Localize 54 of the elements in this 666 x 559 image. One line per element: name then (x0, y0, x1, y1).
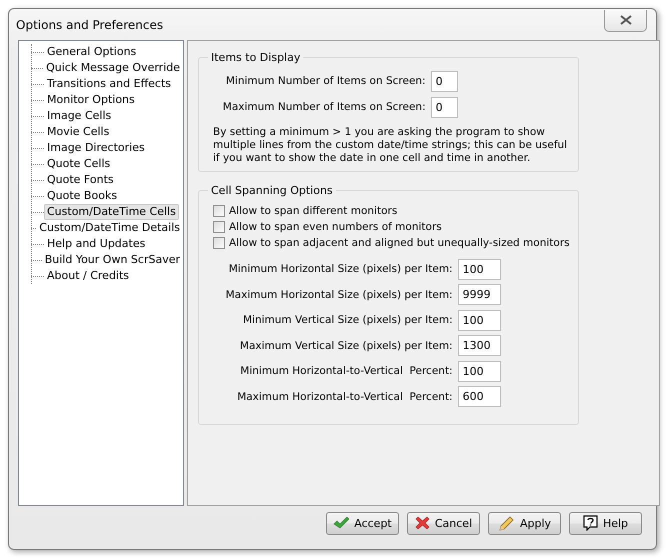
tree-item[interactable]: Custom/DateTime Cells (44, 204, 179, 220)
tree-item[interactable]: Movie Cells (44, 124, 112, 140)
checkbox[interactable]: Allow to span even numbers of monitors (213, 219, 570, 235)
cancel-button[interactable]: Cancel (407, 512, 480, 534)
tree-item[interactable]: Quick Message Override (43, 60, 183, 76)
tree-item[interactable]: Help and Updates (44, 236, 148, 252)
checkbox-box[interactable] (213, 221, 225, 233)
tree-item[interactable]: Quote Fonts (44, 172, 117, 188)
tree-item[interactable]: Transitions and Effects (44, 76, 174, 92)
pencil-icon (498, 514, 515, 532)
window-title: Options and Preferences (16, 18, 164, 32)
field-label: Minimum Horizontal-to-Vertical Percent: (240, 365, 453, 377)
checkbox[interactable]: Allow to span different monitors (213, 203, 570, 219)
close-icon (414, 516, 430, 530)
help-text: By setting a minimum > 1 you are asking the program to show multiple lines from the custom date/time strings; this can be useful if you want to show the date in one cell and time in another. (213, 126, 568, 165)
check-icon (333, 516, 350, 530)
field-label: Maximum Horizontal-to-Vertical Percent: (237, 390, 453, 402)
number-field[interactable]: 100 (458, 258, 501, 280)
close-button[interactable] (604, 10, 647, 32)
checkbox-box[interactable] (213, 237, 225, 249)
tree-item[interactable]: About / Credits (44, 268, 132, 284)
checkbox-box[interactable] (213, 205, 225, 217)
tree-item[interactable]: Quote Cells (44, 156, 114, 172)
checkbox-label: Allow to span adjacent and aligned but unequally-sized monitors (229, 237, 570, 249)
checkbox[interactable]: Allow to span adjacent and aligned but unequally-sized monitors (213, 235, 570, 251)
field-label: Maximum Horizontal Size (pixels) per Item: (226, 288, 453, 300)
tree-item[interactable]: General Options (44, 44, 140, 60)
number-field[interactable]: 0 (430, 70, 458, 92)
checkbox-label: Allow to span even numbers of monitors (229, 221, 442, 233)
number-field[interactable]: 100 (458, 360, 501, 382)
number-field[interactable]: 0 (430, 96, 458, 118)
group-title: Cell Spanning Options (210, 184, 334, 197)
field-label: Minimum Horizontal Size (pixels) per Item: (228, 263, 453, 275)
apply-button[interactable]: Apply (488, 512, 561, 534)
accept-button[interactable]: Accept (326, 512, 399, 534)
close-icon (620, 15, 632, 25)
tree-item[interactable]: Custom/DateTime Details (36, 220, 183, 236)
number-field[interactable]: 1300 (458, 335, 501, 356)
tree-item[interactable]: Build Your Own ScrSaver (42, 252, 183, 268)
tree-item[interactable]: Monitor Options (44, 92, 138, 108)
field-label: Maximum Vertical Size (pixels) per Item: (240, 340, 453, 352)
field-label: Minimum Vertical Size (pixels) per Item: (243, 314, 453, 326)
help-icon (582, 515, 598, 531)
help-button[interactable]: Help (569, 512, 642, 534)
checkbox-label: Allow to span different monitors (229, 205, 398, 217)
number-field[interactable]: 100 (458, 310, 501, 330)
field-label: Maximum Number of Items on Screen: (222, 101, 426, 113)
number-field[interactable]: 600 (458, 386, 501, 407)
field-label: Minimum Number of Items on Screen: (226, 75, 426, 87)
tree-item[interactable]: Image Directories (44, 140, 148, 156)
tree-item[interactable]: Quote Books (44, 188, 120, 204)
tree-item[interactable]: Image Cells (44, 108, 114, 124)
group-title: Items to Display (210, 51, 302, 64)
number-field[interactable]: 9999 (458, 284, 501, 305)
